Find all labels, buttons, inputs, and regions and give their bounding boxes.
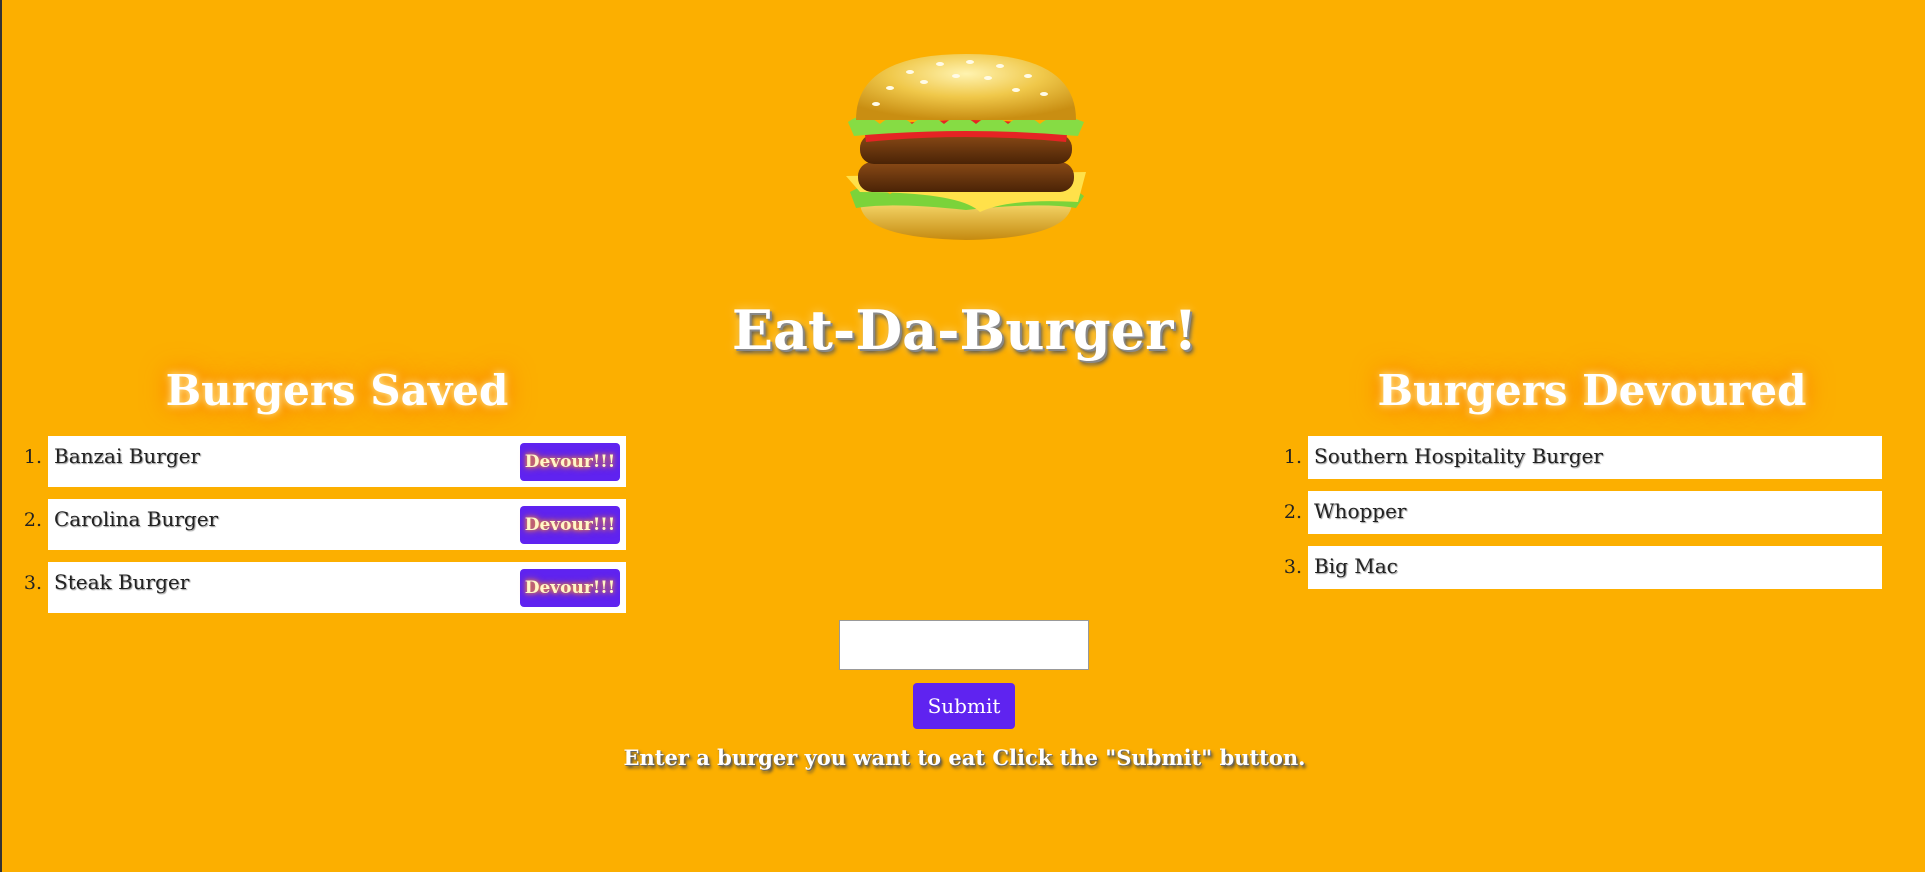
item-box: Whopper (1308, 491, 1882, 534)
item-number: 3. (1283, 556, 1302, 578)
saved-burger-item: 1. Banzai Burger Devour!!! (18, 436, 626, 487)
hamburger-icon (846, 54, 1086, 240)
item-number: 1. (1283, 446, 1302, 468)
devoured-burgers-list: 1. Southern Hospitality Burger 2. Whoppe… (1278, 436, 1882, 601)
devoured-burger-item: 1. Southern Hospitality Burger (1278, 436, 1882, 479)
devour-button[interactable]: Devour!!! (520, 506, 620, 544)
item-number: 2. (1283, 501, 1302, 523)
burgers-saved-heading: Burgers Saved (165, 366, 509, 415)
burger-name: Banzai Burger (54, 444, 201, 468)
submit-button[interactable]: Submit (913, 683, 1015, 729)
item-box: Banzai Burger Devour!!! (48, 436, 626, 487)
burger-name: Southern Hospitality Burger (1314, 444, 1603, 468)
item-box: Steak Burger Devour!!! (48, 562, 626, 613)
devour-button[interactable]: Devour!!! (520, 443, 620, 481)
burger-name: Whopper (1314, 499, 1407, 523)
devoured-burger-item: 2. Whopper (1278, 491, 1882, 534)
item-box: Carolina Burger Devour!!! (48, 499, 626, 550)
item-number: 3. (23, 572, 42, 594)
item-box: Southern Hospitality Burger (1308, 436, 1882, 479)
burgers-devoured-heading: Burgers Devoured (1377, 366, 1807, 415)
saved-burger-item: 3. Steak Burger Devour!!! (18, 562, 626, 613)
page-title: Eat-Da-Burger! (731, 298, 1198, 362)
saved-burgers-list: 1. Banzai Burger Devour!!! 2. Carolina B… (18, 436, 626, 625)
devour-button[interactable]: Devour!!! (520, 569, 620, 607)
devoured-burger-item: 3. Big Mac (1278, 546, 1882, 589)
burger-name-input[interactable] (839, 620, 1089, 670)
item-number: 2. (23, 509, 42, 531)
burger-name: Carolina Burger (54, 507, 219, 531)
burger-name: Big Mac (1314, 554, 1398, 578)
item-box: Big Mac (1308, 546, 1882, 589)
burger-name: Steak Burger (54, 570, 190, 594)
saved-burger-item: 2. Carolina Burger Devour!!! (18, 499, 626, 550)
item-number: 1. (23, 446, 42, 468)
instructions-text: Enter a burger you want to eat Click the… (623, 745, 1306, 770)
